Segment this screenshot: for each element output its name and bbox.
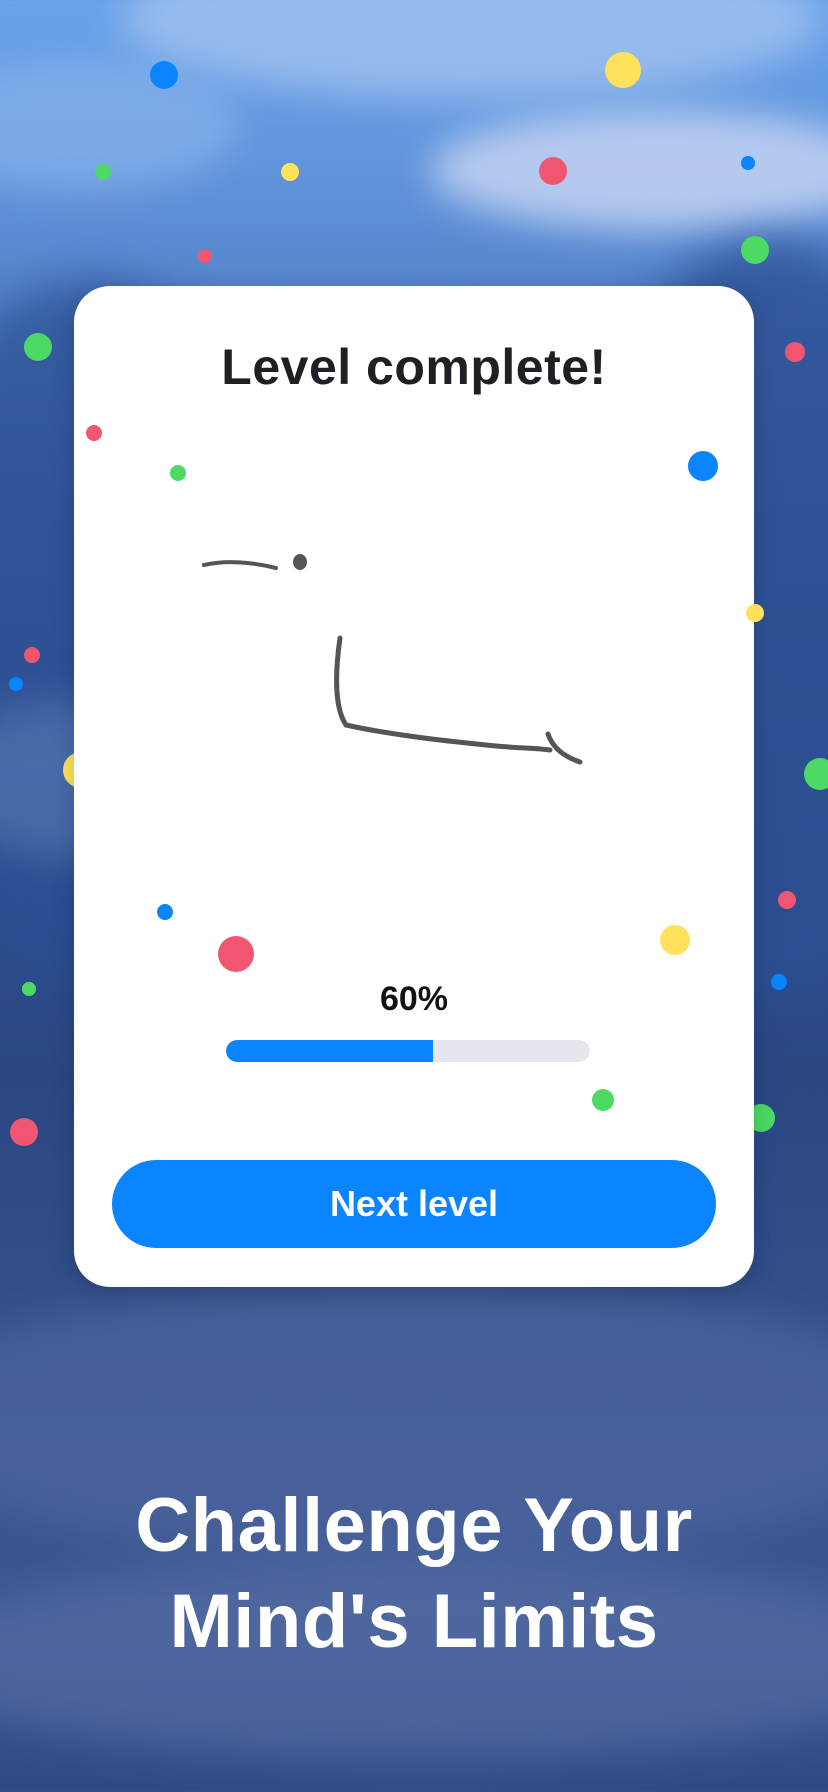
confetti-dot bbox=[198, 249, 212, 263]
confetti-dot bbox=[281, 163, 299, 181]
confetti-dot bbox=[741, 236, 769, 264]
confetti-dot bbox=[95, 164, 111, 180]
progress-percent-label: 60% bbox=[379, 980, 449, 1018]
confetti-dot bbox=[24, 647, 40, 663]
confetti-dot bbox=[218, 936, 254, 972]
confetti-dot bbox=[605, 52, 641, 88]
confetti-dot bbox=[741, 156, 755, 170]
tagline: Challenge Your Mind's Limits bbox=[0, 1478, 828, 1670]
confetti-dot bbox=[688, 451, 718, 481]
confetti-dot bbox=[157, 904, 173, 920]
confetti-dot bbox=[150, 61, 178, 89]
crow-icon bbox=[196, 520, 660, 892]
tagline-line-1: Challenge Your bbox=[135, 1483, 693, 1568]
next-level-button[interactable]: Next level bbox=[112, 1160, 716, 1248]
progress-bar bbox=[226, 1040, 590, 1062]
confetti-dot bbox=[86, 425, 102, 441]
tagline-line-2: Mind's Limits bbox=[169, 1579, 659, 1664]
confetti-dot bbox=[746, 604, 764, 622]
progress-bar-fill bbox=[226, 1040, 434, 1062]
confetti-dot bbox=[10, 1118, 38, 1146]
level-complete-title: Level complete! bbox=[221, 339, 607, 395]
confetti-dot bbox=[170, 465, 186, 481]
confetti-dot bbox=[778, 891, 796, 909]
confetti-dot bbox=[660, 925, 690, 955]
confetti-dot bbox=[804, 758, 828, 790]
confetti-dot bbox=[9, 677, 23, 691]
confetti-dot bbox=[539, 157, 567, 185]
confetti-dot bbox=[592, 1089, 614, 1111]
